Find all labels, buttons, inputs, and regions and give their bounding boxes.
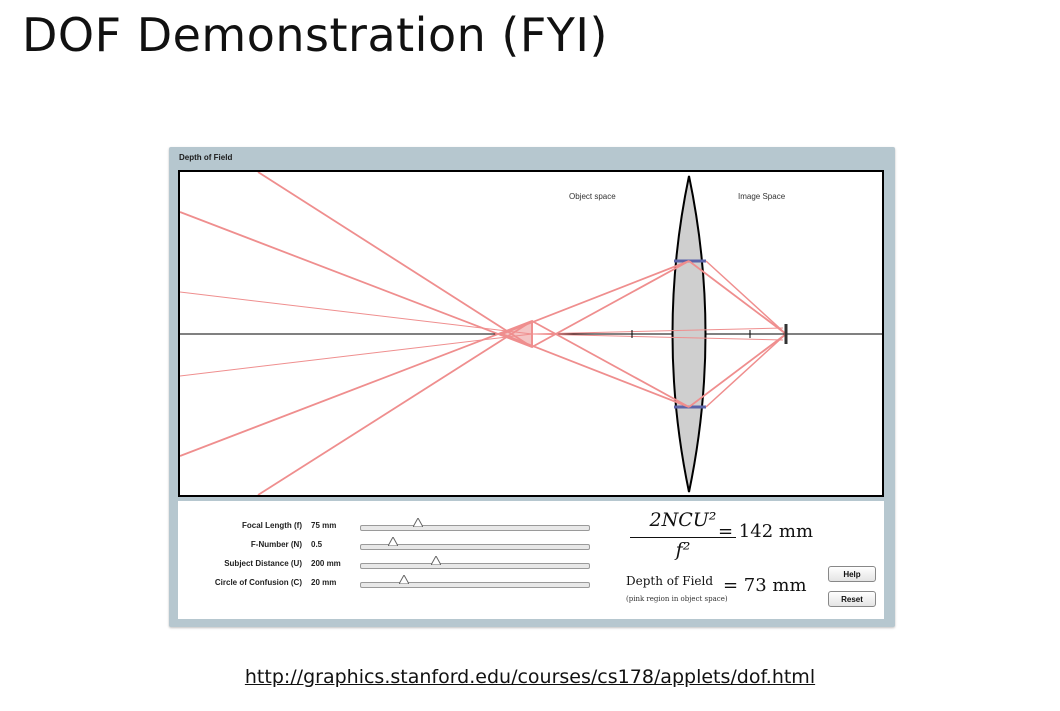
dof-applet: Depth of Field Object space Image Space … xyxy=(169,147,895,627)
formula-result: = 142 mm xyxy=(718,521,814,542)
formula-denominator: f² xyxy=(675,539,691,561)
dof-label: Depth of Field xyxy=(626,574,714,588)
reset-button[interactable]: Reset xyxy=(828,591,876,607)
control-label: Subject Distance (U) xyxy=(224,559,302,568)
circle-of-confusion-slider[interactable] xyxy=(360,575,590,588)
dof-sublabel: (pink region in object space) xyxy=(626,595,728,603)
f-number-slider[interactable] xyxy=(360,537,590,550)
control-label: F-Number (N) xyxy=(250,540,302,549)
optics-diagram: Object space Image Space xyxy=(178,170,884,497)
control-value: 200 mm xyxy=(311,559,341,568)
slide-title: DOF Demonstration (FYI) xyxy=(22,8,608,62)
control-label: Focal Length (f) xyxy=(242,521,302,530)
controls-panel: Focal Length (f) 75 mm F-Number (N) 0.5 … xyxy=(178,501,884,619)
focal-length-slider[interactable] xyxy=(360,518,590,531)
image-space-label: Image Space xyxy=(738,192,786,201)
help-button[interactable]: Help xyxy=(828,566,876,582)
control-value: 75 mm xyxy=(311,521,337,530)
lens xyxy=(671,175,707,493)
control-label: Circle of Confusion (C) xyxy=(214,578,302,587)
control-value: 0.5 xyxy=(311,540,323,549)
control-f-number: F-Number (N) 0.5 xyxy=(178,537,608,554)
applet-url-link[interactable]: http://graphics.stanford.edu/courses/cs1… xyxy=(0,666,1060,688)
subject-distance-slider[interactable] xyxy=(360,556,590,569)
object-space-label: Object space xyxy=(569,192,616,201)
applet-title: Depth of Field xyxy=(179,153,233,162)
control-value: 20 mm xyxy=(311,578,337,587)
control-subject-distance: Subject Distance (U) 200 mm xyxy=(178,556,608,573)
optics-diagram-svg xyxy=(180,172,882,495)
control-focal-length: Focal Length (f) 75 mm xyxy=(178,518,608,535)
dof-result: = 73 mm xyxy=(723,575,807,596)
control-circle-of-confusion: Circle of Confusion (C) 20 mm xyxy=(178,575,608,592)
